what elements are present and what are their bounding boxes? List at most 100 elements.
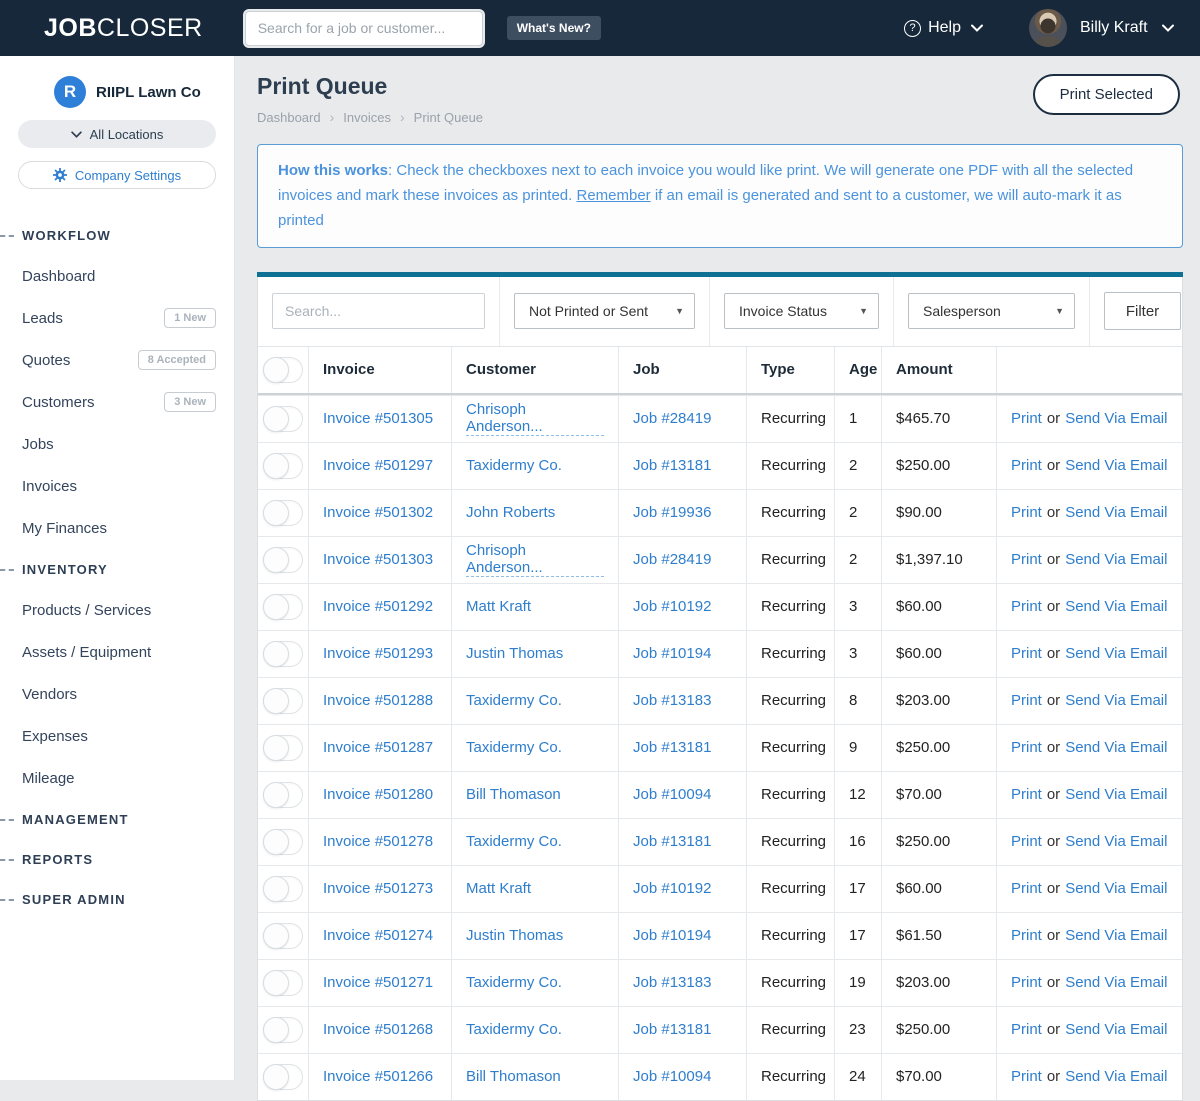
job-link[interactable]: Job #10094	[633, 786, 711, 803]
customer-link[interactable]: Taxidermy Co.	[466, 457, 562, 474]
job-link[interactable]: Job #10194	[633, 927, 711, 944]
customer-link[interactable]: Taxidermy Co.	[466, 692, 562, 709]
customer-link[interactable]: Taxidermy Co.	[466, 833, 562, 850]
customer-link[interactable]: Matt Kraft	[466, 880, 531, 897]
company-settings-button[interactable]: Company Settings	[18, 161, 216, 189]
customer-link[interactable]: John Roberts	[466, 504, 555, 521]
send-via-email-link[interactable]: Send Via Email	[1065, 692, 1167, 709]
nav-section-inventory[interactable]: INVENTORY	[0, 549, 234, 589]
sidebar-item-quotes[interactable]: Quotes 8 Accepted	[0, 339, 234, 381]
send-via-email-link[interactable]: Send Via Email	[1065, 974, 1167, 991]
invoice-link[interactable]: Invoice #501278	[323, 833, 433, 850]
info-remember-link[interactable]: Remember	[576, 187, 650, 204]
row-select-toggle[interactable]	[263, 734, 303, 761]
breadcrumb-item[interactable]: Invoices	[343, 110, 391, 125]
send-via-email-link[interactable]: Send Via Email	[1065, 786, 1167, 803]
job-link[interactable]: Job #10192	[633, 598, 711, 615]
print-link[interactable]: Print	[1011, 739, 1042, 756]
nav-section-super-admin[interactable]: SUPER ADMIN	[0, 879, 234, 919]
invoice-link[interactable]: Invoice #501293	[323, 645, 433, 662]
global-search-input[interactable]	[244, 10, 483, 46]
send-via-email-link[interactable]: Send Via Email	[1065, 457, 1167, 474]
app-logo[interactable]: JOBCLOSER	[44, 14, 203, 43]
invoice-link[interactable]: Invoice #501274	[323, 927, 433, 944]
send-via-email-link[interactable]: Send Via Email	[1065, 1068, 1167, 1085]
print-link[interactable]: Print	[1011, 974, 1042, 991]
print-link[interactable]: Print	[1011, 1021, 1042, 1038]
invoice-link[interactable]: Invoice #501297	[323, 457, 433, 474]
row-select-toggle[interactable]	[263, 828, 303, 855]
invoice-link[interactable]: Invoice #501268	[323, 1021, 433, 1038]
send-via-email-link[interactable]: Send Via Email	[1065, 645, 1167, 662]
sidebar-item-products-services[interactable]: Products / Services	[0, 589, 234, 631]
row-select-toggle[interactable]	[263, 969, 303, 996]
row-select-toggle[interactable]	[263, 546, 303, 573]
salesperson-select[interactable]: Salesperson ▼	[908, 293, 1075, 330]
row-select-toggle[interactable]	[263, 405, 303, 432]
job-link[interactable]: Job #28419	[633, 410, 711, 427]
row-select-toggle[interactable]	[263, 781, 303, 808]
sidebar-item-expenses[interactable]: Expenses	[0, 715, 234, 757]
customer-link[interactable]: Taxidermy Co.	[466, 974, 562, 991]
print-link[interactable]: Print	[1011, 457, 1042, 474]
print-link[interactable]: Print	[1011, 833, 1042, 850]
print-link[interactable]: Print	[1011, 645, 1042, 662]
customer-link[interactable]: Taxidermy Co.	[466, 1021, 562, 1038]
customer-link[interactable]: Taxidermy Co.	[466, 739, 562, 756]
send-via-email-link[interactable]: Send Via Email	[1065, 504, 1167, 521]
nav-section-reports[interactable]: REPORTS	[0, 839, 234, 879]
send-via-email-link[interactable]: Send Via Email	[1065, 927, 1167, 944]
send-via-email-link[interactable]: Send Via Email	[1065, 410, 1167, 427]
whats-new-button[interactable]: What's New?	[506, 16, 601, 40]
customer-link[interactable]: Justin Thomas	[466, 645, 563, 662]
customer-link[interactable]: Bill Thomason	[466, 1068, 561, 1085]
sidebar-item-jobs[interactable]: Jobs	[0, 423, 234, 465]
row-select-toggle[interactable]	[263, 452, 303, 479]
print-link[interactable]: Print	[1011, 598, 1042, 615]
sidebar-item-mileage[interactable]: Mileage	[0, 757, 234, 799]
job-link[interactable]: Job #13181	[633, 739, 711, 756]
company-header[interactable]: R RIIPL Lawn Co	[0, 56, 234, 108]
job-link[interactable]: Job #10094	[633, 1068, 711, 1085]
job-link[interactable]: Job #13181	[633, 1021, 711, 1038]
invoice-status-select[interactable]: Invoice Status ▼	[724, 293, 879, 330]
print-link[interactable]: Print	[1011, 692, 1042, 709]
print-link[interactable]: Print	[1011, 551, 1042, 568]
row-select-toggle[interactable]	[263, 1016, 303, 1043]
nav-section-management[interactable]: MANAGEMENT	[0, 799, 234, 839]
invoice-link[interactable]: Invoice #501303	[323, 551, 433, 568]
send-via-email-link[interactable]: Send Via Email	[1065, 1021, 1167, 1038]
sidebar-item-vendors[interactable]: Vendors	[0, 673, 234, 715]
user-menu[interactable]: Billy Kraft	[1080, 19, 1174, 37]
sidebar-item-my-finances[interactable]: My Finances	[0, 507, 234, 549]
send-via-email-link[interactable]: Send Via Email	[1065, 551, 1167, 568]
sidebar-item-assets-equipment[interactable]: Assets / Equipment	[0, 631, 234, 673]
invoice-link[interactable]: Invoice #501273	[323, 880, 433, 897]
select-all-toggle[interactable]	[263, 356, 303, 383]
job-link[interactable]: Job #13181	[633, 457, 711, 474]
print-selected-button[interactable]: Print Selected	[1032, 74, 1180, 115]
send-via-email-link[interactable]: Send Via Email	[1065, 880, 1167, 897]
job-link[interactable]: Job #13181	[633, 833, 711, 850]
invoice-link[interactable]: Invoice #501271	[323, 974, 433, 991]
print-link[interactable]: Print	[1011, 410, 1042, 427]
customer-link[interactable]: Chrisoph Anderson...	[466, 401, 604, 437]
row-select-toggle[interactable]	[263, 499, 303, 526]
row-select-toggle[interactable]	[263, 875, 303, 902]
table-search-input[interactable]	[272, 293, 485, 330]
sidebar-item-customers[interactable]: Customers 3 New	[0, 381, 234, 423]
job-link[interactable]: Job #28419	[633, 551, 711, 568]
sidebar-item-leads[interactable]: Leads 1 New	[0, 297, 234, 339]
job-link[interactable]: Job #13183	[633, 692, 711, 709]
filter-button[interactable]: Filter	[1104, 292, 1181, 331]
sidebar-item-invoices[interactable]: Invoices	[0, 465, 234, 507]
print-link[interactable]: Print	[1011, 504, 1042, 521]
invoice-link[interactable]: Invoice #501292	[323, 598, 433, 615]
job-link[interactable]: Job #10192	[633, 880, 711, 897]
print-link[interactable]: Print	[1011, 880, 1042, 897]
row-select-toggle[interactable]	[263, 687, 303, 714]
customer-link[interactable]: Chrisoph Anderson...	[466, 542, 604, 578]
customer-link[interactable]: Matt Kraft	[466, 598, 531, 615]
print-link[interactable]: Print	[1011, 1068, 1042, 1085]
row-select-toggle[interactable]	[263, 593, 303, 620]
